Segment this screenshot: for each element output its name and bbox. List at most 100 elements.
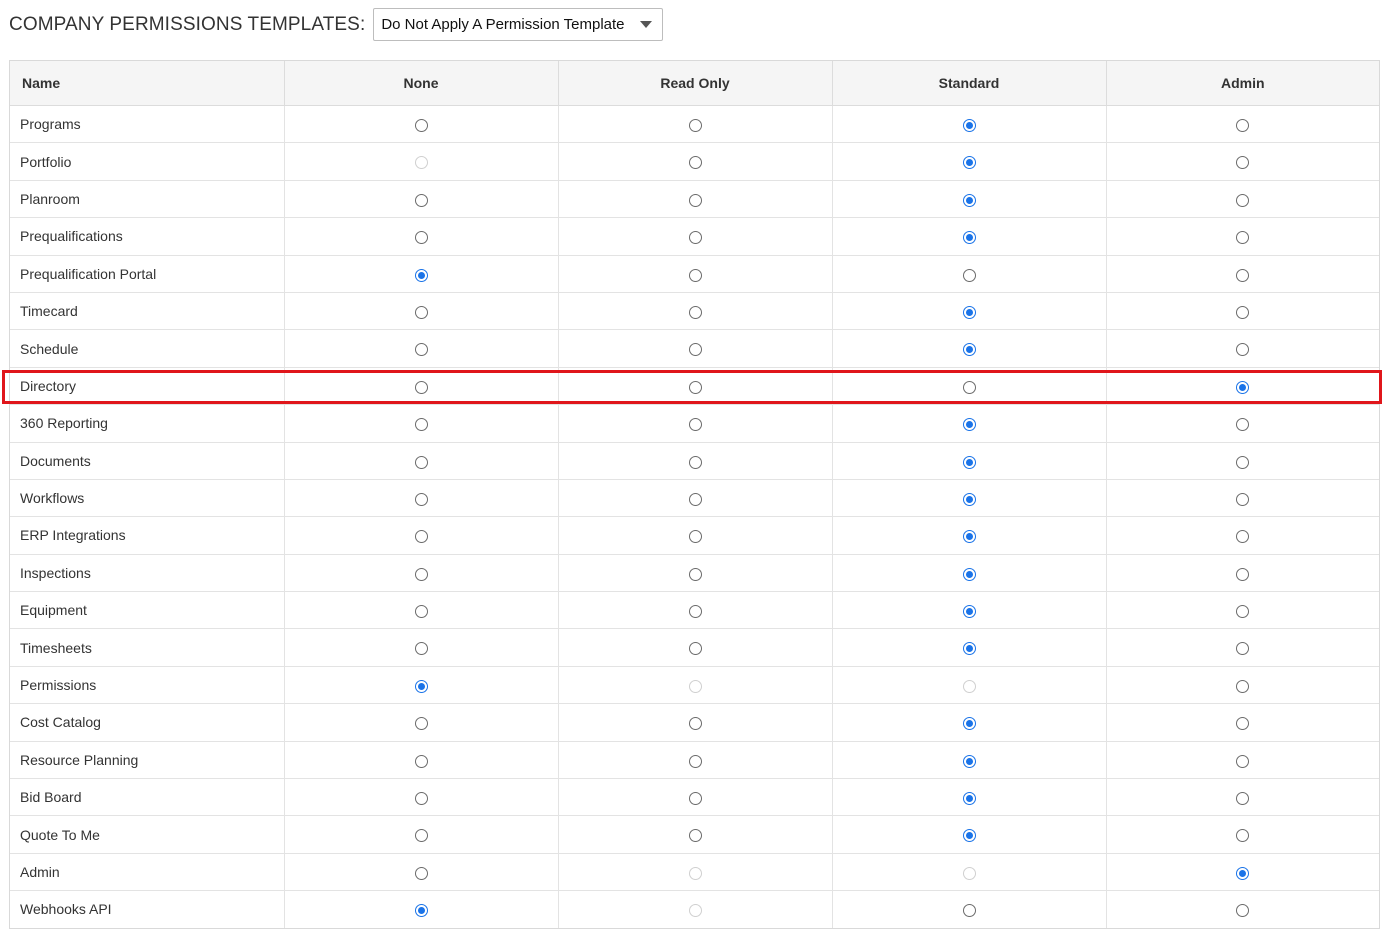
radio-read-only[interactable] — [688, 792, 702, 806]
permission-cell — [832, 890, 1107, 928]
radio-none[interactable] — [414, 530, 428, 544]
radio-none[interactable] — [414, 717, 428, 731]
radio-admin[interactable] — [1236, 792, 1250, 806]
radio-read-only[interactable] — [688, 231, 702, 245]
radio-read-only[interactable] — [688, 305, 702, 319]
radio-standard[interactable] — [962, 418, 976, 432]
radio-none[interactable] — [414, 605, 428, 619]
permission-template-value: Do Not Apply A Permission Template — [381, 16, 625, 33]
radio-admin[interactable] — [1236, 530, 1250, 544]
radio-admin[interactable] — [1236, 904, 1250, 918]
radio-read-only[interactable] — [688, 754, 702, 768]
radio-none[interactable] — [414, 118, 428, 132]
radio-standard[interactable] — [962, 829, 976, 843]
radio-none[interactable] — [414, 567, 428, 581]
radio-standard[interactable] — [962, 343, 976, 357]
permission-cell — [558, 367, 833, 406]
radio-none[interactable] — [414, 492, 428, 506]
radio-read-only[interactable] — [688, 717, 702, 731]
radio-none[interactable] — [414, 231, 428, 245]
radio-admin[interactable] — [1236, 156, 1250, 170]
column-header-admin: Admin — [1106, 61, 1379, 106]
radio-read-only[interactable] — [688, 605, 702, 619]
radio-admin[interactable] — [1236, 343, 1250, 357]
table-row: Directory — [10, 367, 1379, 406]
radio-admin[interactable] — [1236, 492, 1250, 506]
radio-admin[interactable] — [1236, 642, 1250, 656]
radio-admin[interactable] — [1236, 455, 1250, 469]
radio-admin[interactable] — [1236, 866, 1250, 880]
radio-none[interactable] — [414, 268, 428, 282]
radio-none[interactable] — [414, 455, 428, 469]
radio-standard[interactable] — [962, 118, 976, 132]
radio-standard[interactable] — [962, 567, 976, 581]
radio-read-only[interactable] — [688, 380, 702, 394]
radio-none[interactable] — [414, 642, 428, 656]
radio-read-only[interactable] — [688, 492, 702, 506]
radio-admin[interactable] — [1236, 418, 1250, 432]
radio-read-only[interactable] — [688, 156, 702, 170]
radio-read-only[interactable] — [688, 118, 702, 132]
radio-none[interactable] — [414, 418, 428, 432]
radio-standard[interactable] — [962, 268, 976, 282]
radio-admin[interactable] — [1236, 305, 1250, 319]
radio-read-only[interactable] — [688, 642, 702, 656]
chevron-down-icon[interactable] — [640, 21, 653, 28]
permission-cell — [558, 255, 833, 293]
radio-admin[interactable] — [1236, 829, 1250, 843]
radio-admin[interactable] — [1236, 193, 1250, 207]
permission-cell — [832, 329, 1107, 368]
radio-none[interactable] — [414, 754, 428, 768]
radio-standard[interactable] — [962, 792, 976, 806]
radio-read-only[interactable] — [688, 418, 702, 432]
radio-standard[interactable] — [962, 605, 976, 619]
permission-cell — [1106, 703, 1379, 742]
radio-standard[interactable] — [962, 380, 976, 394]
permission-template-select[interactable]: Do Not Apply A Permission Template — [373, 8, 664, 41]
radio-admin[interactable] — [1236, 717, 1250, 731]
radio-standard[interactable] — [962, 156, 976, 170]
radio-read-only[interactable] — [688, 268, 702, 282]
radio-standard[interactable] — [962, 717, 976, 731]
radio-standard[interactable] — [962, 231, 976, 245]
radio-none[interactable] — [414, 904, 428, 918]
radio-read-only[interactable] — [688, 829, 702, 843]
radio-read-only[interactable] — [688, 455, 702, 469]
radio-admin[interactable] — [1236, 231, 1250, 245]
radio-admin[interactable] — [1236, 118, 1250, 132]
radio-standard[interactable] — [962, 754, 976, 768]
table-row: Webhooks API — [10, 890, 1379, 928]
radio-standard[interactable] — [962, 455, 976, 469]
permission-cell — [1106, 815, 1379, 854]
radio-standard[interactable] — [962, 305, 976, 319]
radio-admin[interactable] — [1236, 754, 1250, 768]
permission-cell — [284, 180, 559, 219]
radio-standard[interactable] — [962, 193, 976, 207]
row-name: Documents — [10, 442, 285, 480]
radio-none[interactable] — [414, 829, 428, 843]
radio-standard[interactable] — [962, 530, 976, 544]
permission-cell — [284, 479, 559, 518]
radio-admin[interactable] — [1236, 567, 1250, 581]
radio-none[interactable] — [414, 866, 428, 880]
radio-read-only[interactable] — [688, 193, 702, 207]
permission-cell — [1106, 666, 1379, 705]
radio-standard[interactable] — [962, 642, 976, 656]
radio-none[interactable] — [414, 380, 428, 394]
radio-admin[interactable] — [1236, 679, 1250, 693]
radio-none[interactable] — [414, 343, 428, 357]
radio-standard[interactable] — [962, 492, 976, 506]
radio-none[interactable] — [414, 679, 428, 693]
radio-read-only[interactable] — [688, 343, 702, 357]
radio-none[interactable] — [414, 305, 428, 319]
radio-read-only[interactable] — [688, 530, 702, 544]
radio-none[interactable] — [414, 193, 428, 207]
radio-admin[interactable] — [1236, 605, 1250, 619]
radio-admin[interactable] — [1236, 380, 1250, 394]
radio-read-only[interactable] — [688, 567, 702, 581]
permission-cell — [284, 815, 559, 854]
radio-standard[interactable] — [962, 904, 976, 918]
radio-none[interactable] — [414, 792, 428, 806]
radio-admin[interactable] — [1236, 268, 1250, 282]
row-name: Portfolio — [10, 142, 285, 181]
